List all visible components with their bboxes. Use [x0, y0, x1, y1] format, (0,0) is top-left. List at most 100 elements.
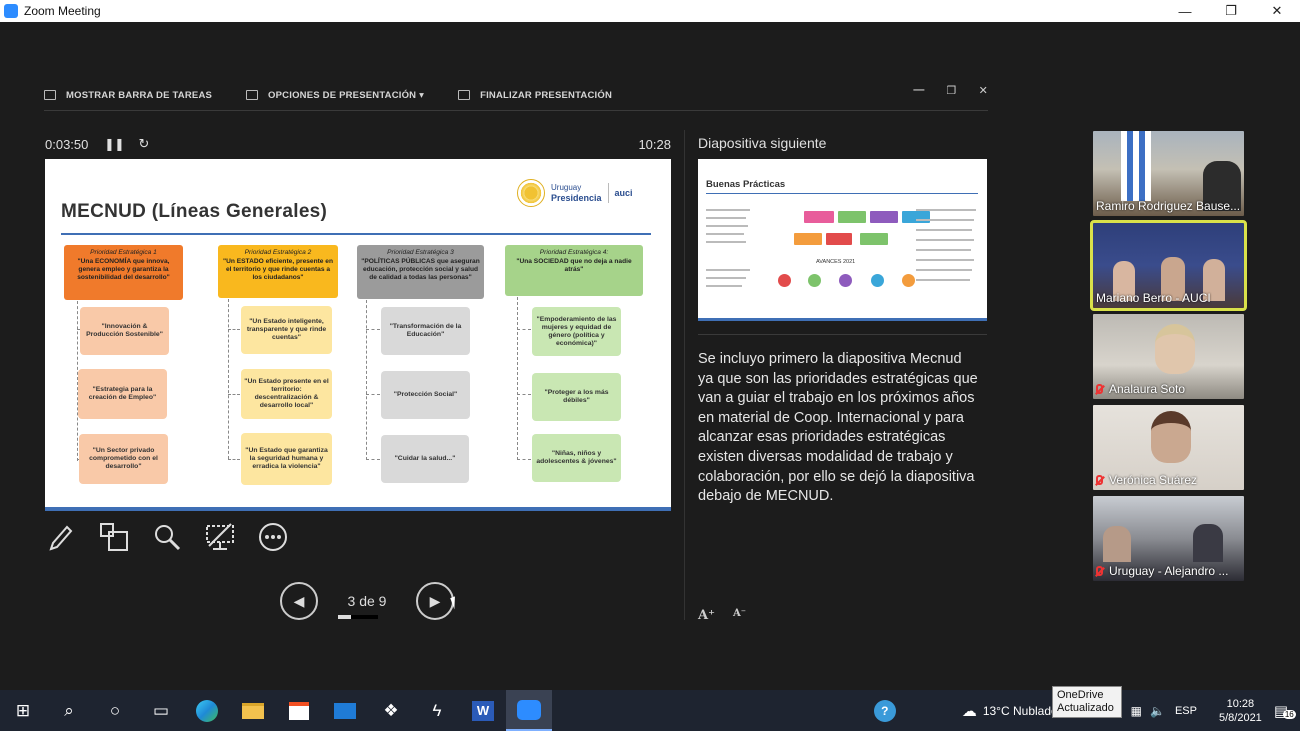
- app-bolt-icon[interactable]: ϟ: [414, 690, 460, 731]
- notification-count: 16: [1282, 709, 1296, 719]
- zoom-icon: [4, 4, 18, 18]
- priority-3-sub-3: "Cuidar la salud...": [381, 435, 469, 483]
- previous-slide-button[interactable]: ◀: [280, 582, 318, 620]
- priority-2-sub-3: "Un Estado que garantiza la seguridad hu…: [241, 433, 332, 485]
- pen-icon[interactable]: [45, 520, 77, 554]
- slide-navigation: ◀ 3 de 9 ▶: [280, 582, 454, 620]
- priority-1-sub-2: "Estrategia para la creación de Empleo": [78, 369, 167, 419]
- task-view-icon[interactable]: ▭: [138, 690, 184, 731]
- magnifier-icon[interactable]: [151, 520, 183, 554]
- priority-4-sub-2: "Proteger a los más débiles": [532, 373, 621, 421]
- participant-name-muted: Analaura Soto: [1096, 382, 1185, 396]
- file-explorer-icon[interactable]: [230, 690, 276, 731]
- next-slide-button[interactable]: ▶: [416, 582, 454, 620]
- sun-emblem-icon: [517, 179, 545, 207]
- muted-mic-icon: [1096, 566, 1103, 576]
- muted-mic-icon: [1096, 475, 1103, 485]
- participant-name: Ramiro Rodriguez Bause...: [1096, 199, 1241, 213]
- layers-icon[interactable]: [98, 520, 130, 554]
- start-icon[interactable]: ⊞: [0, 690, 46, 731]
- priority-2-sub-2: "Un Estado presente en el territorio: de…: [241, 369, 332, 419]
- current-time: 10:28: [638, 136, 671, 152]
- presenter-restore-button[interactable]: ❐: [947, 84, 957, 97]
- volume-icon[interactable]: 🔈: [1150, 704, 1165, 718]
- muted-mic-icon: [1096, 384, 1103, 394]
- priority-4-sub-1: "Empoderamiento de las mujeres y equidad…: [532, 307, 621, 356]
- participant-name-muted: Uruguay - Alejandro ...: [1096, 564, 1228, 578]
- notes-divider: [698, 334, 987, 335]
- presidencia-logo: Uruguay Presidencia auci: [517, 179, 633, 207]
- window-title: Zoom Meeting: [24, 4, 101, 18]
- priority-2-header: Prioridad Estratégica 2 "Un ESTADO eficie…: [218, 245, 338, 298]
- zoom-taskbar-icon[interactable]: [506, 690, 552, 731]
- priority-1-header: Prioridad Estratégica 1 "Una ECONOMÍA que…: [64, 245, 183, 300]
- store-icon[interactable]: [276, 690, 322, 731]
- screen-off-icon[interactable]: [204, 520, 236, 554]
- elapsed-timer: 0:03:50: [45, 136, 89, 152]
- network-icon[interactable]: ▦: [1131, 704, 1142, 718]
- slide-tools: [45, 520, 289, 554]
- priority-2-sub-1: "Un Estado inteligente, transparente y q…: [241, 306, 332, 354]
- participant-video-3[interactable]: Analaura Soto: [1093, 314, 1244, 399]
- onedrive-tooltip: OneDrive Actualizado: [1052, 686, 1122, 718]
- priority-1-sub-1: "Innovación & Producción Sostenible": [80, 307, 169, 355]
- priority-3-header: Prioridad Estratégica 3 "POLÍTICAS PÚBLIC…: [357, 245, 484, 299]
- weather-text[interactable]: 13°C Nublado: [983, 704, 1058, 718]
- edge-icon[interactable]: [184, 690, 230, 731]
- presenter-close-button[interactable]: ✕: [979, 84, 988, 97]
- page-indicator: 3 de 9: [336, 593, 398, 619]
- next-slide-avances: AVANCES 2021: [816, 259, 856, 265]
- participant-name-muted: Verónica Suárez: [1096, 473, 1197, 487]
- title-underline: [61, 233, 651, 235]
- participant-video-4[interactable]: Verónica Suárez: [1093, 405, 1244, 490]
- cortana-icon[interactable]: ○: [92, 690, 138, 731]
- notification-icon[interactable]: ▤ 16: [1274, 702, 1296, 720]
- word-icon[interactable]: W: [460, 690, 506, 731]
- presenter-window-controls: — ❐ ✕: [913, 84, 988, 97]
- search-icon[interactable]: ⌕: [46, 690, 92, 731]
- help-icon[interactable]: ?: [873, 699, 896, 722]
- font-size-controls: A⁺ A⁻: [698, 608, 746, 623]
- priority-3-sub-1: "Transformación de la Educación": [381, 307, 470, 355]
- mail-icon[interactable]: [322, 690, 368, 731]
- auci-logo: auci: [614, 188, 633, 198]
- increase-font-button[interactable]: A⁺: [698, 608, 715, 623]
- taskbar-clock[interactable]: 10:28 5/8/2021: [1219, 697, 1262, 725]
- next-slide-label: Diapositiva siguiente: [698, 135, 827, 151]
- presentation-options-label: OPCIONES DE PRESENTACIÓN ▾: [268, 89, 425, 101]
- timer-row: 0:03:50 ❚❚ ↻ 10:28: [45, 136, 671, 152]
- end-slideshow-icon: [458, 90, 471, 100]
- panel-divider[interactable]: [684, 130, 685, 620]
- slide-footer-bar: [45, 507, 671, 511]
- page-counter: 3 de 9: [347, 593, 387, 609]
- language-indicator[interactable]: ESP: [1175, 705, 1197, 717]
- next-slide-title: Buenas Prácticas: [706, 179, 786, 190]
- maximize-button[interactable]: ❐: [1208, 0, 1254, 22]
- presenter-minimize-button[interactable]: —: [913, 84, 924, 97]
- minimize-button[interactable]: —: [1162, 0, 1208, 22]
- window-controls: — ❐ ✕: [1162, 0, 1300, 22]
- close-button[interactable]: ✕: [1254, 0, 1300, 22]
- more-icon[interactable]: [257, 520, 289, 554]
- current-slide[interactable]: Uruguay Presidencia auci MECNUD (Líneas …: [45, 159, 671, 511]
- participant-video-5[interactable]: Uruguay - Alejandro ...: [1093, 496, 1244, 581]
- participant-video-2-active-speaker[interactable]: Mariano Berro - AUCI: [1090, 220, 1247, 311]
- show-taskbar-button[interactable]: MOSTRAR BARRA DE TAREAS: [44, 90, 212, 101]
- taskbar-date: 5/8/2021: [1218, 711, 1262, 724]
- presenter-toolbar: MOSTRAR BARRA DE TAREAS OPCIONES DE PRES…: [44, 84, 988, 106]
- pause-icon[interactable]: ❚❚: [104, 137, 124, 151]
- priority-1-sub-3: "Un Sector privado comprometido con el d…: [79, 434, 168, 484]
- decrease-font-button[interactable]: A⁻: [733, 608, 746, 623]
- presentation-options-button[interactable]: OPCIONES DE PRESENTACIÓN ▾: [246, 90, 424, 101]
- end-presentation-button[interactable]: FINALIZAR PRESENTACIÓN: [458, 90, 612, 101]
- taskbar-icon: [44, 90, 56, 100]
- slide-progress-bar: [338, 615, 378, 619]
- window-titlebar: Zoom Meeting — ❐ ✕: [0, 0, 1300, 22]
- next-slide-thumbnail[interactable]: Buenas Prácticas AVANCES 2021: [698, 159, 987, 321]
- speaker-notes[interactable]: Se incluyo primero la diapositiva Mecnud…: [698, 350, 978, 507]
- settings-icon: [246, 90, 259, 100]
- dropbox-icon[interactable]: ❖: [368, 690, 414, 731]
- participant-video-1[interactable]: Ramiro Rodriguez Bause...: [1093, 131, 1244, 216]
- reset-timer-icon[interactable]: ↻: [138, 136, 149, 152]
- participant-name: Mariano Berro - AUCI: [1096, 291, 1211, 305]
